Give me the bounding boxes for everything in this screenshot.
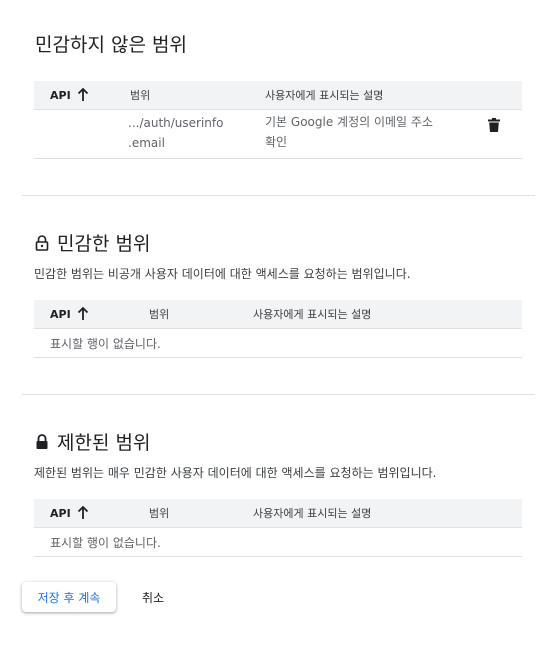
description-column-header: 사용자에게 표시되는 설명: [253, 308, 372, 321]
restricted-title: 제한된 범위: [35, 428, 150, 455]
non-sensitive-title: 민감하지 않은 범위: [35, 30, 187, 57]
arrow-up-icon[interactable]: [77, 88, 89, 102]
section-divider: [22, 195, 535, 196]
non-sensitive-table-header: API 범위 사용자에게 표시되는 설명: [34, 81, 522, 110]
description-column-header: 사용자에게 표시되는 설명: [265, 89, 384, 102]
empty-message: 표시할 행이 없습니다.: [50, 536, 161, 550]
sensitive-table-header: API 범위 사용자에게 표시되는 설명: [34, 300, 522, 329]
cancel-button[interactable]: 취소: [128, 582, 178, 612]
arrow-up-icon[interactable]: [77, 506, 89, 520]
scope-cell: .../auth/userinfo .email: [128, 113, 223, 153]
arrow-up-icon[interactable]: [77, 307, 89, 321]
section-divider: [22, 394, 535, 395]
empty-table-row: 표시할 행이 없습니다.: [34, 528, 522, 557]
description-line-1: 기본 Google 계정의 이메일 주소: [265, 115, 433, 129]
trash-icon[interactable]: [488, 118, 500, 132]
api-header-label: API: [50, 88, 71, 102]
save-and-continue-button[interactable]: 저장 후 계속: [22, 582, 116, 612]
scope-line-2: .email: [128, 136, 165, 150]
sensitive-title: 민감한 범위: [35, 229, 150, 256]
table-row: .../auth/userinfo .email 기본 Google 계정의 이…: [34, 110, 522, 159]
api-column-header[interactable]: API: [50, 499, 89, 527]
scope-column-header: 범위: [130, 89, 151, 102]
api-column-header[interactable]: API: [50, 300, 89, 328]
restricted-table-header: API 범위 사용자에게 표시되는 설명: [34, 499, 522, 528]
restricted-title-text: 제한된 범위: [57, 432, 151, 454]
sensitive-title-text: 민감한 범위: [57, 233, 151, 255]
description-cell: 기본 Google 계정의 이메일 주소 확인: [265, 112, 433, 152]
empty-table-row: 표시할 행이 없습니다.: [34, 329, 522, 358]
description-line-2: 확인: [265, 135, 288, 149]
scope-line-1: .../auth/userinfo: [128, 116, 224, 130]
empty-message: 표시할 행이 없습니다.: [50, 337, 161, 351]
description-column-header: 사용자에게 표시되는 설명: [253, 507, 372, 520]
lock-icon: [35, 234, 49, 251]
non-sensitive-title-text: 민감하지 않은 범위: [35, 34, 187, 56]
restricted-description: 제한된 범위는 매우 민감한 사용자 데이터에 대한 액세스를 요청하는 범위입…: [34, 466, 437, 480]
scope-column-header: 범위: [149, 507, 170, 520]
sensitive-description: 민감한 범위는 비공개 사용자 데이터에 대한 액세스를 요청하는 범위입니다.: [34, 267, 411, 281]
scope-column-header: 범위: [149, 308, 170, 321]
api-header-label: API: [50, 506, 71, 520]
api-header-label: API: [50, 307, 71, 321]
api-column-header[interactable]: API: [50, 81, 89, 109]
lock-icon: [36, 433, 48, 449]
